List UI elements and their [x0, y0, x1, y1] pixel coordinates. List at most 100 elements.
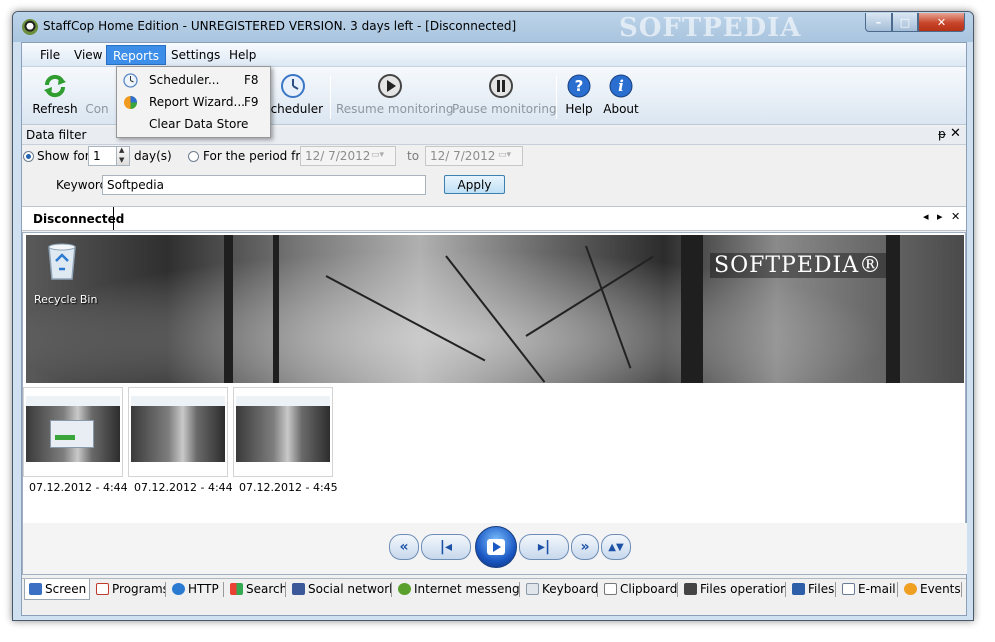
reports-dropdown: Scheduler... F8 Report Wizard... F9 Clea… [116, 66, 271, 138]
connect-button[interactable]: Con [82, 73, 112, 116]
tab-email[interactable]: E-mail [838, 579, 898, 600]
tree-trunk [224, 235, 233, 383]
menu-settings[interactable]: Settings [171, 48, 220, 62]
show-for-radio[interactable] [23, 151, 34, 162]
report-wizard-menu-label: Report Wizard... [149, 95, 245, 109]
menu-help[interactable]: Help [229, 48, 256, 62]
tab-close-icon[interactable]: ✕ [951, 210, 960, 223]
tab-screen[interactable]: Screen [24, 579, 90, 600]
scheduler-menu-label: Scheduler... [149, 73, 220, 87]
pause-monitoring-button[interactable]: Pause monitoring [452, 73, 557, 116]
menu-view[interactable]: View [74, 48, 102, 62]
tab-keyboard[interactable]: Keyboard [522, 579, 598, 600]
connect-icon [84, 73, 110, 99]
play-circle-icon [378, 74, 402, 98]
screenshot-thumbnail[interactable] [23, 387, 123, 477]
about-button[interactable]: i About [600, 73, 642, 116]
menu-bar: File View Reports Settings Help [22, 43, 966, 67]
up-down-button[interactable]: ▲▼ [601, 534, 631, 560]
days-stepper[interactable] [116, 146, 130, 166]
period-radio[interactable] [188, 151, 199, 162]
thumbnail-image [131, 396, 225, 462]
tab-events[interactable]: Events [900, 579, 962, 600]
help-label: Help [565, 102, 593, 116]
to-label: to [407, 149, 420, 163]
refresh-icon [44, 74, 66, 98]
scheduler-button[interactable]: Scheduler [262, 73, 324, 116]
tab-separator [597, 582, 598, 597]
tab-disconnected[interactable]: Disconnected [22, 207, 124, 230]
close-button[interactable]: ✕ [918, 13, 965, 32]
tab-programs[interactable]: Programs [92, 579, 166, 600]
tab-separator [285, 582, 286, 597]
bottom-tab-bar: Screen Programs HTTP Search Social netwo… [22, 578, 966, 600]
menu-item-clear-data-store[interactable]: Clear Data Store [117, 113, 270, 135]
window-title: StaffCop Home Edition - UNREGISTERED VER… [43, 19, 517, 33]
tab-email-label: E-mail [858, 582, 896, 596]
tab-search[interactable]: Search [226, 579, 286, 600]
client-area: File View Reports Settings Help Refresh … [21, 42, 967, 616]
thumbnail-image [236, 396, 330, 462]
clipboard-icon [604, 583, 617, 595]
tab-separator [223, 582, 224, 597]
date-from-picker[interactable]: 12/ 7/2012 ▭▾ [300, 146, 396, 166]
recycle-bin-icon[interactable] [44, 241, 80, 281]
tab-scroll-left-icon[interactable]: ◂ [923, 210, 929, 223]
thumbnail-label: 07.12.2012 - 4:44 [134, 481, 233, 494]
date-to-picker[interactable]: 12/ 7/2012 ▭▾ [425, 146, 523, 166]
tab-separator [897, 582, 898, 597]
screenshot-thumbnail[interactable] [128, 387, 228, 477]
minimize-button[interactable]: – [865, 13, 892, 32]
scheduler-shortcut: F8 [244, 73, 259, 87]
tab-files-operation[interactable]: Files operation [680, 579, 786, 600]
thumbnail-image [26, 396, 120, 462]
next-button[interactable]: ▸| [519, 534, 569, 560]
menu-item-report-wizard[interactable]: Report Wizard... F9 [117, 91, 270, 113]
play-button[interactable] [475, 526, 517, 568]
menu-reports[interactable]: Reports [106, 45, 167, 65]
info-icon: i [609, 74, 633, 98]
rewind-button[interactable]: « [389, 534, 419, 560]
resume-monitoring-button[interactable]: Resume monitoring [336, 73, 453, 116]
screenshot-thumbnail[interactable] [233, 387, 333, 477]
messenger-flower-icon [398, 583, 411, 595]
clear-data-store-label: Clear Data Store [149, 117, 249, 131]
desktop-screenshot[interactable]: Recycle Bin SOFTPEDIA® [26, 235, 964, 383]
tab-http[interactable]: HTTP [168, 579, 224, 600]
tab-files[interactable]: Files [788, 579, 836, 600]
show-for-label: Show for [37, 149, 90, 163]
tab-separator [519, 582, 520, 597]
apply-button[interactable]: Apply [444, 175, 505, 194]
tab-internet-messenger[interactable]: Internet messenger [394, 579, 520, 600]
report-wizard-icon [124, 96, 137, 109]
tab-clipboard[interactable]: Clipboard [600, 579, 678, 600]
keyword-label: Keyword [56, 178, 108, 192]
filter-close-icon[interactable]: ✕ [950, 126, 961, 141]
tab-social-network[interactable]: Social network [288, 579, 392, 600]
tab-http-label: HTTP [188, 582, 219, 596]
globe-icon [172, 583, 185, 595]
help-button[interactable]: ? Help [562, 73, 596, 116]
fast-forward-button[interactable]: » [571, 534, 599, 560]
thumbnail-label: 07.12.2012 - 4:44 [29, 481, 128, 494]
pause-circle-icon [489, 74, 513, 98]
svg-text:i: i [618, 77, 624, 95]
menu-item-scheduler[interactable]: Scheduler... F8 [117, 69, 270, 91]
menu-file[interactable]: File [40, 48, 60, 62]
tab-internet-messenger-label: Internet messenger [414, 582, 520, 596]
show-for-days-input[interactable]: 1 [88, 146, 118, 166]
connect-label: Con [85, 102, 109, 116]
scheduler-label: Scheduler [262, 102, 324, 116]
previous-button[interactable]: |◂ [421, 534, 471, 560]
pin-icon[interactable]: ᵽ [938, 127, 946, 141]
refresh-button[interactable]: Refresh [26, 73, 84, 116]
date-to-value: 12/ 7/2012 [430, 149, 496, 163]
keyword-input[interactable]: Softpedia [102, 175, 426, 195]
maximize-button[interactable]: □ [892, 13, 918, 32]
tree-trunk [886, 235, 900, 383]
tab-separator [961, 582, 962, 597]
svg-text:?: ? [575, 77, 584, 95]
screen-viewer: Recycle Bin SOFTPEDIA® 07.12.2012 - 4:44… [22, 232, 967, 575]
tab-scroll-right-icon[interactable]: ▸ [937, 210, 943, 223]
tree-trunk [681, 235, 703, 383]
